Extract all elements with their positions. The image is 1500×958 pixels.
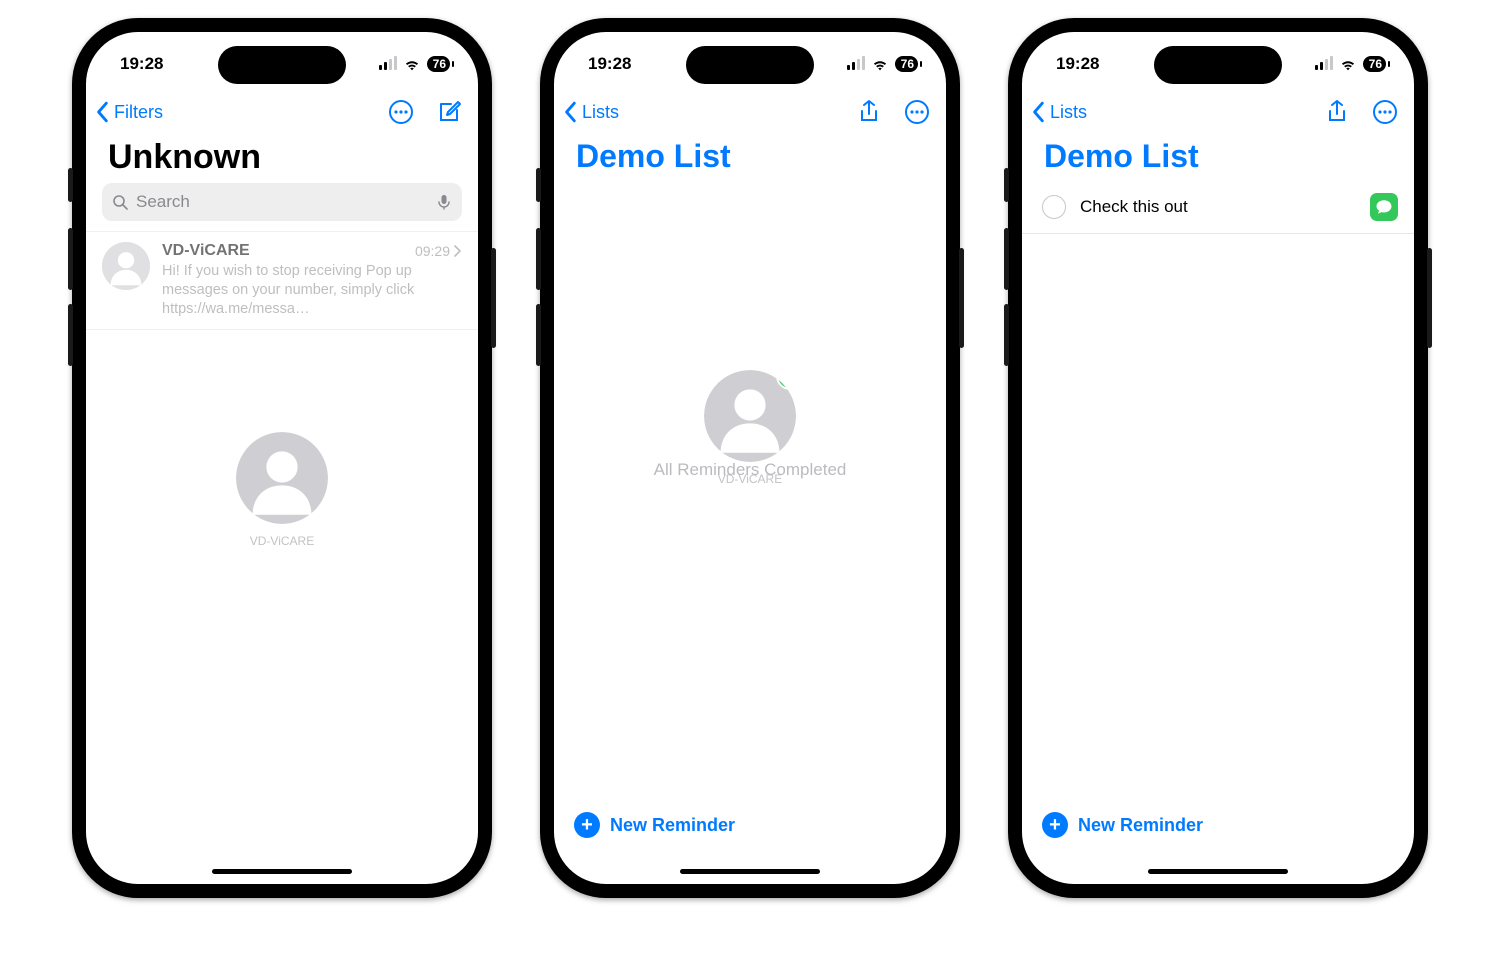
back-button[interactable]: Filters [96, 101, 163, 123]
home-indicator[interactable] [680, 869, 820, 874]
list-title: Demo List [1022, 136, 1414, 181]
back-label: Lists [582, 102, 619, 123]
battery-icon: 76 [1363, 56, 1386, 72]
back-button[interactable]: Lists [1032, 101, 1087, 123]
nav-bar: Lists [554, 86, 946, 136]
status-time: 19:28 [120, 54, 163, 74]
plus-circle-icon: + [574, 812, 600, 838]
compose-icon [436, 99, 462, 125]
back-label: Lists [1050, 102, 1087, 123]
phone-reminders-item: 19:28 76 Lists D [1008, 18, 1428, 898]
chevron-left-icon [564, 101, 578, 123]
message-row[interactable]: VD-ViCARE 09:29 Hi! If you wish to stop … [86, 231, 478, 330]
drag-ghost-caption: VD-ViCARE [718, 472, 782, 486]
share-icon [1324, 99, 1350, 125]
dynamic-island [686, 46, 814, 84]
ellipsis-circle-icon [904, 99, 930, 125]
new-reminder-button[interactable]: + New Reminder [574, 812, 735, 838]
dynamic-island [218, 46, 346, 84]
avatar-icon: + [704, 370, 796, 462]
cellular-icon [847, 58, 865, 70]
nav-bar: Filters [86, 86, 478, 136]
more-button[interactable] [388, 99, 414, 125]
search-input[interactable] [134, 191, 430, 213]
reminder-checkbox[interactable] [1042, 195, 1066, 219]
drag-ghost-contact[interactable]: + VD-ViCARE [704, 370, 796, 486]
messages-app-badge[interactable] [1370, 193, 1398, 221]
home-indicator[interactable] [1148, 869, 1288, 874]
more-button[interactable] [1372, 99, 1398, 125]
chevron-right-icon [454, 245, 462, 257]
wifi-icon [871, 57, 889, 71]
message-sender: VD-ViCARE [162, 242, 250, 260]
dictate-icon[interactable] [436, 194, 452, 210]
avatar-icon [102, 242, 150, 290]
phone-messages-unknown: 19:28 76 Filters [72, 18, 492, 898]
search-icon [112, 194, 128, 210]
search-field[interactable] [102, 183, 462, 221]
more-button[interactable] [904, 99, 930, 125]
chevron-left-icon [1032, 101, 1046, 123]
list-title: Demo List [554, 136, 946, 181]
plus-circle-icon: + [1042, 812, 1068, 838]
cellular-icon [379, 58, 397, 70]
reminder-text[interactable]: Check this out [1080, 197, 1356, 217]
share-button[interactable] [1324, 99, 1350, 125]
status-time: 19:28 [1056, 54, 1099, 74]
back-label: Filters [114, 102, 163, 123]
status-time: 19:28 [588, 54, 631, 74]
cellular-icon [1315, 58, 1333, 70]
new-reminder-button[interactable]: + New Reminder [1042, 812, 1203, 838]
nav-bar: Lists [1022, 86, 1414, 136]
drag-ghost-caption: VD-ViCARE [250, 534, 314, 548]
wifi-icon [403, 57, 421, 71]
message-bubble-icon [1375, 198, 1393, 216]
back-button[interactable]: Lists [564, 101, 619, 123]
share-icon [856, 99, 882, 125]
share-button[interactable] [856, 99, 882, 125]
message-preview: Hi! If you wish to stop receiving Pop up… [162, 262, 462, 319]
ellipsis-circle-icon [388, 99, 414, 125]
drag-ghost-contact[interactable]: VD-ViCARE [236, 432, 328, 548]
dynamic-island [1154, 46, 1282, 84]
reminder-item[interactable]: Check this out [1022, 181, 1414, 234]
battery-icon: 76 [895, 56, 918, 72]
avatar-icon [236, 432, 328, 524]
new-reminder-label: New Reminder [610, 815, 735, 836]
battery-icon: 76 [427, 56, 450, 72]
page-title: Unknown [86, 136, 478, 183]
compose-button[interactable] [436, 99, 462, 125]
ellipsis-circle-icon [1372, 99, 1398, 125]
wifi-icon [1339, 57, 1357, 71]
message-time: 09:29 [415, 243, 462, 259]
new-reminder-label: New Reminder [1078, 815, 1203, 836]
home-indicator[interactable] [212, 869, 352, 874]
chevron-left-icon [96, 101, 110, 123]
phone-reminders-empty: 19:28 76 Lists D [540, 18, 960, 898]
